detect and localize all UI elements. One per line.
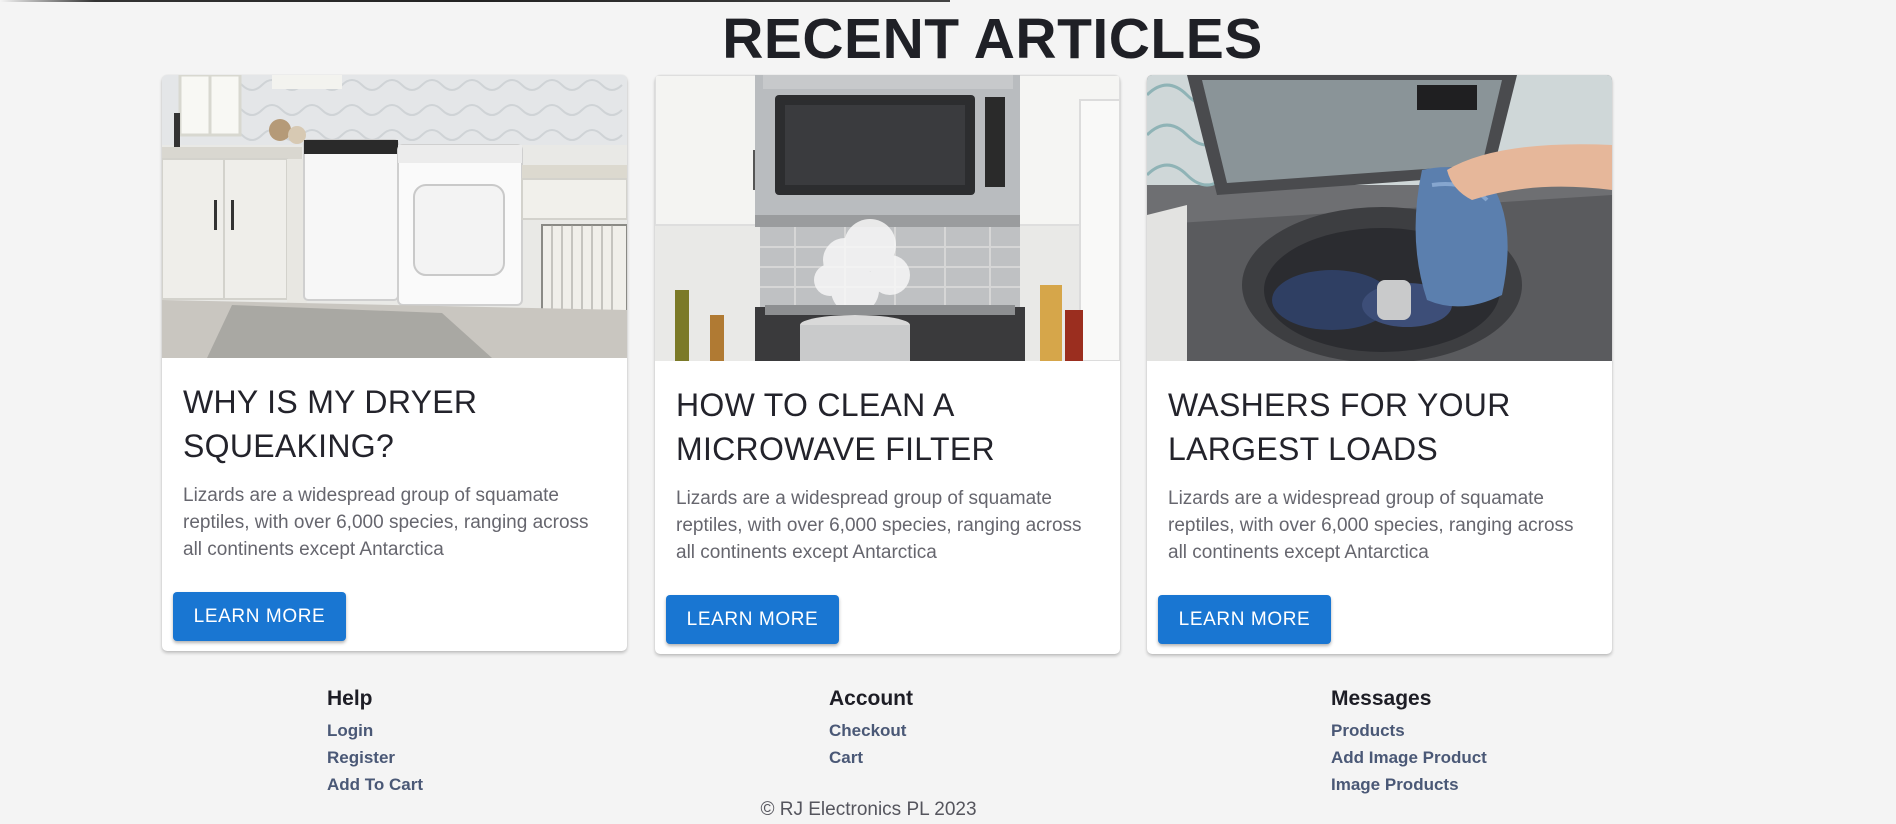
article-image-laundry[interactable] bbox=[162, 75, 627, 358]
article-description: Lizards are a widespread group of squama… bbox=[1168, 488, 1574, 563]
top-edge-strip bbox=[0, 0, 950, 2]
article-image-washer[interactable] bbox=[1147, 75, 1612, 361]
footer-link-add-image-product[interactable]: Add Image Product bbox=[1331, 744, 1487, 771]
footer-heading: Messages bbox=[1331, 687, 1432, 710]
footer-link-products[interactable]: Products bbox=[1331, 717, 1487, 744]
article-card: WASHERS FOR YOUR LARGEST LOADS Lizards a… bbox=[1147, 75, 1612, 654]
learn-more-button[interactable]: LEARN MORE bbox=[173, 592, 346, 641]
footer-column-account: Account Checkout Cart bbox=[829, 687, 913, 771]
article-description: Lizards are a widespread group of squama… bbox=[183, 485, 589, 560]
article-image-microwave[interactable] bbox=[655, 75, 1120, 361]
article-card: WHY IS MY DRYER SQUEAKING? Lizards are a… bbox=[162, 75, 627, 651]
learn-more-button[interactable]: LEARN MORE bbox=[666, 595, 839, 644]
footer-heading: Help bbox=[327, 687, 373, 710]
footer-link-register[interactable]: Register bbox=[327, 744, 423, 771]
article-title: WASHERS FOR YOUR LARGEST LOADS bbox=[1168, 387, 1511, 467]
article-title: WHY IS MY DRYER SQUEAKING? bbox=[183, 384, 478, 464]
footer-link-cart[interactable]: Cart bbox=[829, 744, 913, 771]
footer-link-image-products[interactable]: Image Products bbox=[1331, 771, 1487, 798]
footer-link-checkout[interactable]: Checkout bbox=[829, 717, 913, 744]
page-title: RECENT ARTICLES bbox=[722, 7, 1263, 71]
footer-column-messages: Messages Products Add Image Product Imag… bbox=[1331, 687, 1487, 798]
article-title: HOW TO CLEAN A MICROWAVE FILTER bbox=[676, 387, 995, 467]
footer-column-help: Help Login Register Add To Cart bbox=[327, 687, 423, 798]
footer-heading: Account bbox=[829, 687, 913, 710]
article-card: HOW TO CLEAN A MICROWAVE FILTER Lizards … bbox=[655, 75, 1120, 654]
footer-link-add-to-cart[interactable]: Add To Cart bbox=[327, 771, 423, 798]
copyright-text: © RJ Electronics PL 2023 bbox=[760, 799, 977, 820]
footer-link-login[interactable]: Login bbox=[327, 717, 423, 744]
learn-more-button[interactable]: LEARN MORE bbox=[1158, 595, 1331, 644]
article-description: Lizards are a widespread group of squama… bbox=[676, 488, 1082, 563]
